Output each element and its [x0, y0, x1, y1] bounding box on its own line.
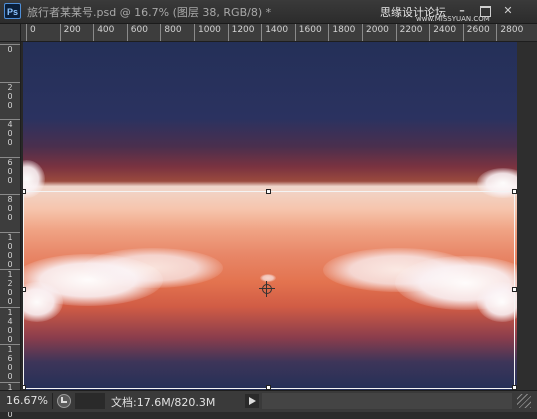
ruler-origin[interactable] [0, 24, 21, 42]
ruler-tick-label: 2200 [395, 24, 423, 41]
ruler-tick-label: 2400 [429, 24, 456, 41]
ruler-tick-label: 400 [0, 119, 20, 147]
ruler-tick-label: 1000 [194, 24, 221, 41]
play-arrow-icon[interactable] [245, 394, 259, 408]
vertical-scrollbar[interactable] [517, 42, 537, 390]
ruler-tick-label: 1400 [0, 306, 20, 344]
ruler-tick-label: 1800 [328, 24, 355, 41]
transform-handle-top-center[interactable] [266, 189, 271, 194]
ruler-tick-label: 400 [93, 24, 114, 41]
ruler-tick-label: 1400 [261, 24, 288, 41]
photoshop-app-icon: Ps [4, 3, 21, 19]
ruler-tick-label: 200 [0, 81, 20, 110]
transform-handle-middle-left[interactable] [23, 287, 26, 292]
vertical-ruler[interactable]: 020040060080010001200140016001800 [0, 42, 21, 419]
ruler-tick-label: 2600 [462, 24, 490, 41]
resize-grip-icon[interactable] [517, 394, 531, 408]
transform-reference-point-icon[interactable] [259, 281, 275, 297]
status-menu-icon[interactable] [57, 394, 71, 408]
ruler-tick-label: 2800 [496, 24, 523, 41]
status-scroll-track[interactable] [75, 393, 105, 409]
ruler-tick-label: 800 [160, 24, 182, 41]
ruler-tick-label: 1600 [294, 24, 322, 41]
status-bar: 16.67% 文档:17.6M/820.3M [0, 390, 537, 412]
status-divider [52, 393, 53, 409]
document-size: 文档:17.6M/820.3M [111, 396, 216, 409]
ruler-tick-label: 1200 [227, 24, 255, 41]
canvas-area[interactable] [21, 42, 537, 390]
ruler-tick-label: 800 [0, 194, 20, 222]
close-icon[interactable]: ✕ [500, 3, 516, 18]
ruler-tick-label: 600 [126, 24, 148, 41]
ruler-tick-label: 1600 [0, 344, 20, 381]
ruler-tick-label: 1200 [0, 269, 20, 306]
document-image[interactable] [23, 42, 517, 390]
transform-handle-top-left[interactable] [23, 189, 26, 194]
ruler-tick-label: 0 [0, 44, 20, 54]
ruler-tick-label: 600 [0, 156, 20, 185]
ruler-tick-label: 200 [59, 24, 81, 41]
document-tab-title[interactable]: 旅行者某某号.psd @ 16.7% (图层 38, RGB/8) * [27, 4, 271, 20]
ruler-tick-label: 0 [26, 24, 36, 41]
horizontal-scrollbar[interactable] [262, 393, 512, 409]
ruler-tick-label: 1000 [0, 231, 20, 269]
ruler-tick-label: 2000 [362, 24, 389, 41]
maximize-icon[interactable] [477, 3, 493, 18]
document-title-bar[interactable]: Ps 旅行者某某号.psd @ 16.7% (图层 38, RGB/8) * 思… [0, 0, 537, 24]
horizontal-ruler[interactable]: 0 200 400 600 800 1000 1200 1400 1600 1800 2000 220… [21, 24, 537, 42]
zoom-level[interactable]: 16.67% [6, 394, 48, 407]
minimize-icon[interactable]: – [454, 3, 470, 18]
